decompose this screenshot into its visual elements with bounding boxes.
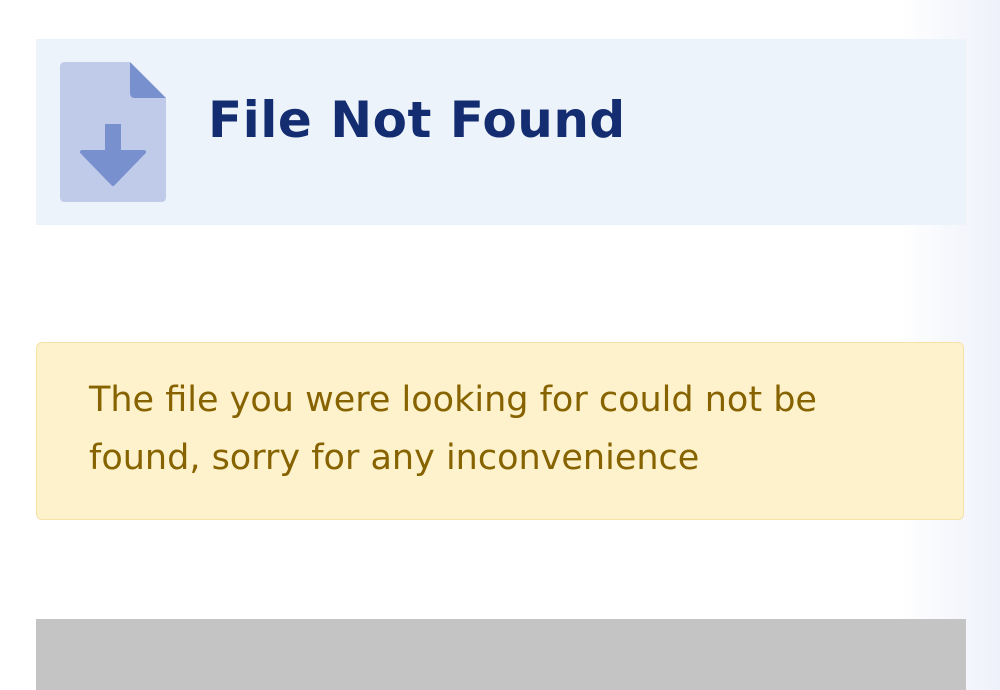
file-download-icon bbox=[60, 62, 166, 202]
footer-bar bbox=[36, 619, 966, 690]
page-title: File Not Found bbox=[208, 91, 626, 149]
warning-alert: The file you were looking for could not … bbox=[36, 342, 964, 520]
alert-message: The file you were looking for could not … bbox=[89, 380, 817, 478]
